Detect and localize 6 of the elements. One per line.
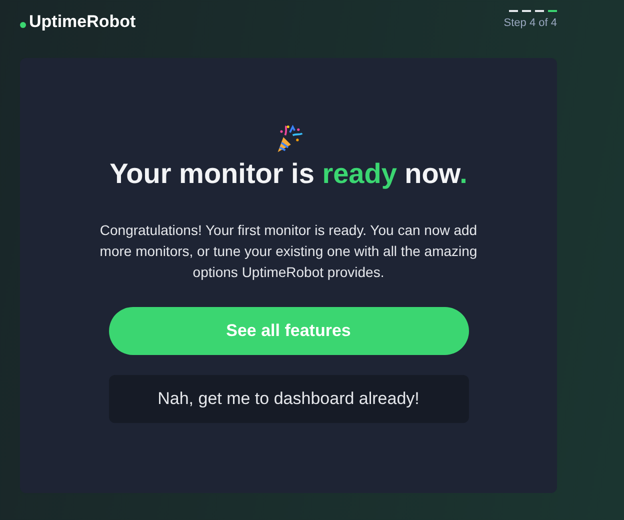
message-text: Congratulations! Your first monitor is ready. You can now add more monitors, or tune your existing one with all the amazing options UptimeRobot provides.	[98, 221, 478, 282]
headline: Your monitor is ready now.	[110, 158, 468, 190]
step-label: Step 4 of 4	[504, 17, 557, 29]
status-dot	[20, 22, 26, 28]
brand-logo: UptimeRobot	[29, 12, 136, 32]
dashboard-button[interactable]: Nah, get me to dashboard already!	[108, 375, 468, 423]
